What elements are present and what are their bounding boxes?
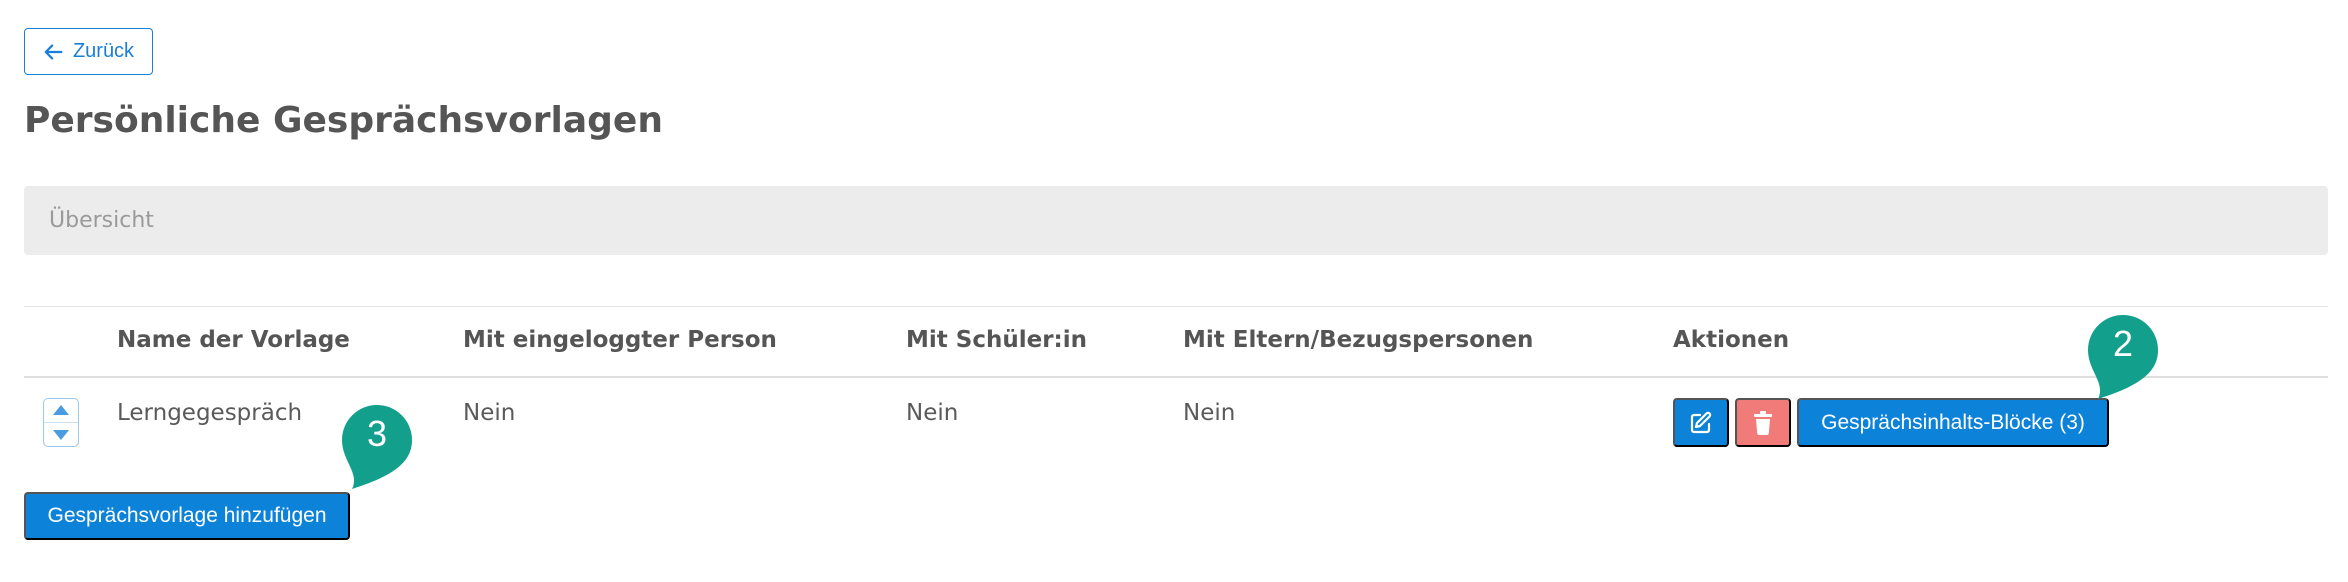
marker-label: 3 xyxy=(366,413,388,454)
column-header-student: Mit Schüler:in xyxy=(906,327,1088,353)
student-cell: Nein xyxy=(906,400,959,426)
table-top-divider xyxy=(24,306,2328,307)
page-title: Persönliche Gesprächsvorlagen xyxy=(24,100,663,141)
add-template-button[interactable]: Gesprächsvorlage hinzufügen xyxy=(24,492,350,540)
annotation-marker-2: 2 xyxy=(2086,313,2160,403)
arrow-left-icon xyxy=(44,43,63,60)
edit-button[interactable] xyxy=(1673,398,1729,447)
logged-in-person-cell: Nein xyxy=(463,400,516,426)
overview-bar: Übersicht xyxy=(24,186,2328,255)
column-header-logged-in-person: Mit eingeloggter Person xyxy=(463,327,777,353)
table-header-divider xyxy=(24,376,2328,378)
delete-button[interactable] xyxy=(1735,398,1791,447)
marker-label: 2 xyxy=(2112,323,2134,364)
sort-down-icon[interactable] xyxy=(52,429,70,441)
annotation-marker-3: 3 xyxy=(340,403,414,493)
back-button-label: Zurück xyxy=(72,40,135,62)
template-name-cell: Lerngegespräch xyxy=(117,400,303,426)
back-button[interactable]: Zurück xyxy=(24,28,153,75)
overview-label: Übersicht xyxy=(49,208,154,233)
column-header-name: Name der Vorlage xyxy=(117,327,350,353)
parents-cell: Nein xyxy=(1183,400,1236,426)
sort-up-icon[interactable] xyxy=(52,404,70,416)
trash-icon xyxy=(1754,410,1772,435)
edit-icon xyxy=(1690,411,1712,433)
column-header-actions: Aktionen xyxy=(1673,327,1790,353)
sort-handle[interactable] xyxy=(43,398,79,447)
column-header-parents: Mit Eltern/Bezugspersonen xyxy=(1183,327,1534,353)
conversation-blocks-button[interactable]: Gesprächsinhalts-Blöcke (3) xyxy=(1797,398,2109,447)
